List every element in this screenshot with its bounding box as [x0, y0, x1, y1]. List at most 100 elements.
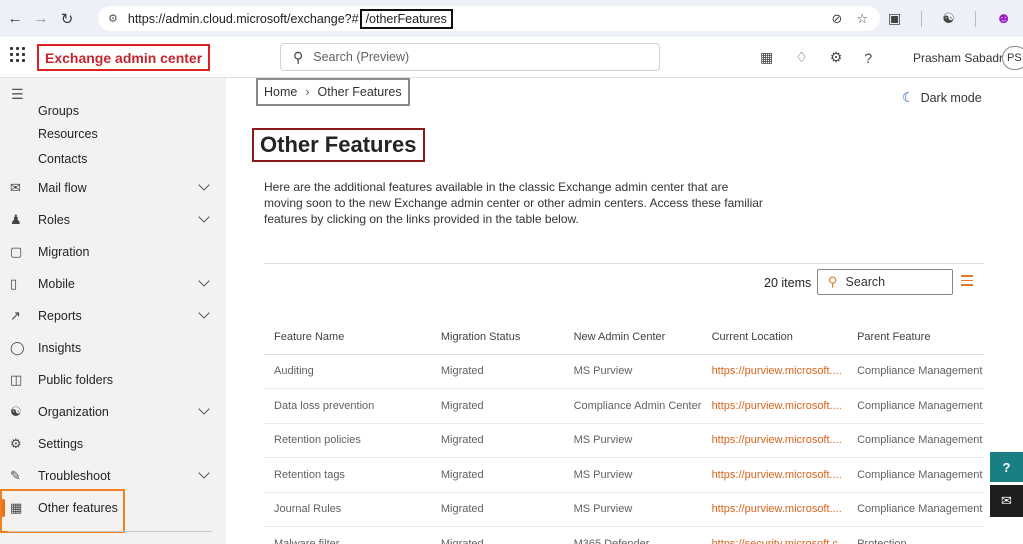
sidebar-subitem-resources[interactable]: Resources [38, 127, 98, 141]
sidebar-item-settings[interactable]: ⚙ Settings [0, 428, 226, 460]
wrench-icon: ✎ [10, 468, 21, 483]
url-base: https://admin.cloud.microsoft/exchange?# [127, 11, 359, 26]
current-location-link[interactable]: https://security.microsoft.c... [701, 526, 848, 544]
gear-icon: ⚙ [10, 436, 22, 451]
site-info-icon[interactable]: ⚙ [108, 12, 118, 25]
current-location-link[interactable]: https://purview.microsoft.... [701, 423, 848, 458]
toolbar-divider [974, 10, 976, 27]
app-title[interactable]: Exchange admin center [37, 44, 211, 71]
user-name[interactable]: Prasham Sabadra [913, 51, 1010, 65]
feature-name-cell: Retention tags [264, 457, 431, 493]
table-row[interactable]: Auditing Migrated MS Purview https://pur… [264, 354, 984, 389]
column-header[interactable]: Current Location [701, 320, 848, 355]
breadcrumb: Home › Other Features [256, 78, 410, 106]
global-search-placeholder: Search (Preview) [313, 50, 410, 64]
feature-name-cell: Journal Rules [264, 492, 431, 527]
sidebar-item-label: Public folders [38, 373, 114, 387]
sidebar-item-mobile[interactable]: ▯ Mobile [0, 268, 226, 300]
search-icon: ⚲ [828, 274, 838, 289]
migration-status-cell: Migrated [430, 457, 564, 493]
sidebar: ☰ Groups Resources Contacts ✉ Mail flow … [0, 78, 226, 544]
moon-icon: ☾ [902, 89, 915, 105]
current-location-link[interactable]: https://purview.microsoft.... [701, 457, 848, 493]
avatar[interactable]: PS [1002, 46, 1023, 70]
app-header: Exchange admin center ⚲ Search (Preview)… [0, 37, 1023, 78]
sidebar-item-organization[interactable]: ☯ Organization [0, 396, 226, 428]
sidebar-item-roles[interactable]: ♟ Roles [0, 204, 226, 236]
table-row[interactable]: Retention tags Migrated MS Purview https… [264, 457, 984, 493]
incognito-icon[interactable]: ☯ [942, 10, 955, 27]
new-admin-center-cell: M365 Defender [563, 526, 702, 544]
filter-icon[interactable] [961, 275, 973, 289]
chevron-right-icon: › [305, 85, 310, 99]
sidebar-item-label: Mail flow [38, 181, 87, 195]
chevron-down-icon [198, 403, 210, 415]
parent-feature-cell: Compliance Management [847, 354, 984, 389]
column-header[interactable]: New Admin Center [563, 320, 702, 355]
current-location-link[interactable]: https://purview.microsoft.... [701, 388, 848, 424]
roles-icon: ♟ [10, 212, 22, 227]
gear-icon[interactable]: ⚙ [830, 49, 843, 66]
mobile-icon: ▯ [10, 276, 18, 291]
feedback-chat-icon[interactable]: ✉ [990, 485, 1023, 517]
sidebar-subitem-groups[interactable]: Groups [38, 104, 79, 118]
column-header[interactable]: Feature Name [264, 320, 431, 355]
folder-icon: ◫ [10, 372, 23, 387]
table-row[interactable]: Retention policies Migrated MS Purview h… [264, 423, 984, 458]
dark-mode-toggle[interactable]: ☾ Dark mode [902, 89, 982, 106]
new-admin-center-cell: MS Purview [563, 492, 702, 527]
sidebar-item-reports[interactable]: ↗ Reports [0, 300, 226, 332]
hamburger-icon[interactable]: ☰ [11, 86, 24, 103]
chevron-down-icon [198, 211, 210, 223]
current-location-link[interactable]: https://purview.microsoft.... [701, 492, 848, 527]
extensions-icon[interactable]: ▣ [888, 10, 901, 27]
feature-name-cell: Malware filter [264, 526, 431, 544]
browser-toolbar: ← → ↻ ⚙ https://admin.cloud.microsoft/ex… [0, 0, 1023, 37]
sidebar-item-migration[interactable]: ▢ Migration [0, 236, 226, 268]
chevron-down-icon [198, 467, 210, 479]
sidebar-item-label: Insights [38, 341, 82, 355]
address-bar[interactable]: ⚙ https://admin.cloud.microsoft/exchange… [98, 6, 880, 31]
sidebar-item-label: Organization [38, 405, 109, 419]
table-row[interactable]: Malware filter Migrated M365 Defender ht… [264, 526, 984, 544]
column-header[interactable]: Migration Status [430, 320, 564, 355]
back-icon[interactable]: ← [4, 8, 26, 30]
sidebar-item-label: Mobile [38, 277, 75, 291]
app-launcher-icon[interactable] [10, 47, 26, 63]
reload-icon[interactable]: ↻ [56, 8, 78, 30]
sidebar-item-label: Reports [38, 309, 82, 323]
migration-icon: ▢ [10, 244, 23, 259]
parent-feature-cell: Compliance Management [847, 492, 984, 527]
item-count: 20 items [764, 276, 812, 290]
current-location-link[interactable]: https://purview.microsoft.... [701, 354, 848, 389]
features-table: Feature Name Migration Status New Admin … [264, 320, 984, 544]
dark-mode-label: Dark mode [920, 90, 982, 105]
migration-status-cell: Migrated [430, 492, 564, 527]
feature-name-cell: Auditing [264, 354, 431, 389]
sidebar-item-troubleshoot[interactable]: ✎ Troubleshoot [0, 460, 226, 492]
eye-off-icon[interactable]: ⊘ [831, 11, 842, 27]
bell-icon[interactable]: ♢ [795, 49, 808, 66]
forward-icon[interactable]: → [30, 8, 52, 30]
mail-icon: ✉ [10, 180, 21, 195]
bookmark-star-icon[interactable]: ☆ [856, 11, 868, 27]
table-row[interactable]: Data loss prevention Migrated Compliance… [264, 388, 984, 424]
help-assistant-icon[interactable]: ? [990, 452, 1023, 482]
table-row[interactable]: Journal Rules Migrated MS Purview https:… [264, 492, 984, 527]
sidebar-subitem-contacts[interactable]: Contacts [38, 152, 87, 166]
sidebar-item-mail-flow[interactable]: ✉ Mail flow [0, 172, 226, 204]
main-content: Home › Other Features ☾ Dark mode Other … [226, 78, 1023, 544]
migration-status-cell: Migrated [430, 388, 564, 424]
table-search-input[interactable]: ⚲ Search [817, 269, 953, 295]
sidebar-item-public-folders[interactable]: ◫ Public folders [0, 364, 226, 396]
global-search-input[interactable]: ⚲ Search (Preview) [280, 43, 660, 71]
migration-status-cell: Migrated [430, 354, 564, 389]
terminal-icon[interactable]: ▦ [760, 49, 773, 66]
profile-icon[interactable]: ☻ [996, 10, 1012, 27]
column-header[interactable]: Parent Feature [847, 320, 984, 355]
new-admin-center-cell: MS Purview [563, 354, 702, 389]
help-icon[interactable]: ? [864, 50, 872, 66]
url-hash: /otherFeatures [359, 8, 453, 29]
sidebar-item-insights[interactable]: ◯ Insights [0, 332, 226, 364]
breadcrumb-home[interactable]: Home [264, 85, 297, 99]
